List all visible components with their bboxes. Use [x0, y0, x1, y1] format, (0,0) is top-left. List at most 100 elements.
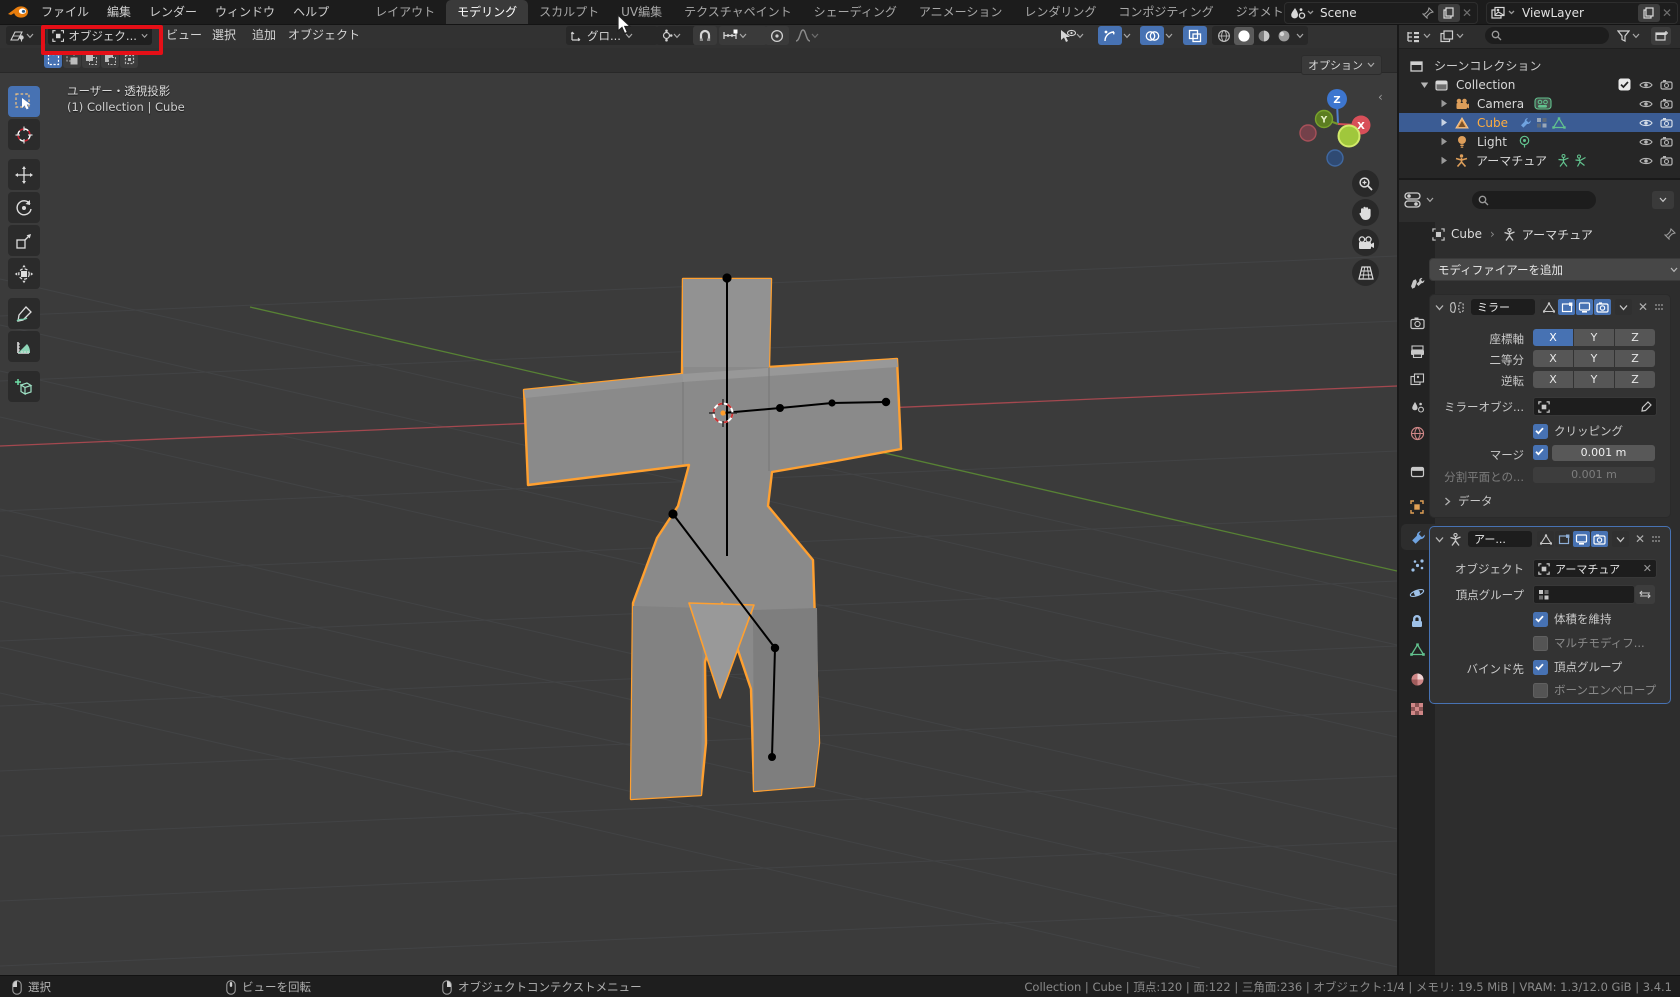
remove-viewlayer-icon[interactable]: ✕ — [1662, 6, 1672, 20]
new-viewlayer-button[interactable] — [1637, 4, 1660, 22]
shading-wireframe-button[interactable] — [1214, 29, 1234, 43]
transform-orientation-dropdown[interactable]: グロ... — [566, 26, 658, 45]
outliner-row-camera[interactable]: Camera — [1399, 94, 1680, 113]
outliner-row-scene-collection[interactable]: シーンコレクション — [1399, 56, 1680, 75]
tab-modeling[interactable]: モデリング — [446, 0, 529, 24]
armature-show-viewport-toggle[interactable] — [1573, 531, 1590, 547]
mirror-extras-dropdown[interactable] — [1615, 299, 1632, 315]
editor-type-button[interactable] — [6, 26, 46, 45]
blender-logo[interactable] — [6, 4, 32, 20]
armature-show-render-toggle[interactable] — [1591, 531, 1608, 547]
pan-button[interactable] — [1352, 199, 1379, 226]
render-visibility-icon[interactable] — [1660, 155, 1673, 166]
mirror-modifier-header[interactable]: ミラー ✕ — [1430, 295, 1670, 319]
menu-view[interactable]: ビュー — [166, 24, 202, 47]
add-cube-tool[interactable] — [8, 371, 40, 402]
hide-eye-icon[interactable] — [1639, 80, 1653, 90]
gizmo-dropdown[interactable] — [1123, 26, 1137, 45]
properties-editor-type-button[interactable] — [1404, 190, 1434, 210]
armature-show-on-cage-toggle[interactable] — [1537, 531, 1554, 547]
hide-eye-icon[interactable] — [1639, 99, 1653, 109]
outliner-row-light[interactable]: Light — [1399, 132, 1680, 151]
menu-edit[interactable]: 編集 — [98, 0, 140, 24]
disclosure-right-icon[interactable] — [1440, 118, 1448, 127]
overlays-dropdown[interactable] — [1165, 26, 1179, 45]
rotate-tool[interactable] — [8, 192, 40, 223]
tab-sculpting[interactable]: スカルプト — [528, 0, 610, 24]
bisect-y-button[interactable]: Y — [1574, 350, 1614, 367]
eyedropper-icon[interactable] — [1640, 400, 1652, 413]
camera-view-button[interactable] — [1352, 229, 1379, 256]
annotate-tool[interactable] — [8, 298, 40, 329]
tab-rendering[interactable]: レンダリング — [1013, 0, 1107, 24]
menu-help[interactable]: ヘルプ — [284, 0, 338, 24]
vertex-group-field[interactable] — [1533, 585, 1635, 604]
outliner-search-input[interactable] — [1485, 27, 1609, 44]
transform-tool[interactable] — [8, 258, 40, 289]
merge-checkbox[interactable] — [1533, 445, 1548, 460]
zoom-button[interactable] — [1352, 170, 1379, 197]
multi-modifier-checkbox[interactable] — [1533, 635, 1548, 651]
breadcrumb-object[interactable]: Cube — [1451, 227, 1482, 241]
options-dropdown[interactable]: オプション — [1301, 55, 1382, 75]
breadcrumb-modifier[interactable]: アーマチュア — [1522, 226, 1593, 243]
invert-vertex-group-button[interactable] — [1635, 585, 1655, 604]
menu-file[interactable]: ファイル — [32, 0, 98, 24]
bind-bone-envelopes-checkbox[interactable] — [1533, 682, 1548, 698]
flip-x-button[interactable]: X — [1533, 371, 1573, 388]
armature-extras-dropdown[interactable] — [1612, 531, 1629, 547]
select-mode-new-button[interactable] — [44, 51, 62, 68]
unlink-scene-icon[interactable]: ✕ — [1462, 6, 1472, 20]
outliner-filter-display-dropdown[interactable] — [1437, 27, 1467, 45]
navigation-gizmo[interactable]: Y Z X — [1291, 77, 1383, 169]
tab-texture-paint[interactable]: テクスチャペイント — [673, 0, 803, 24]
flip-y-button[interactable]: Y — [1574, 371, 1614, 388]
bind-vertex-groups-checkbox[interactable] — [1533, 659, 1548, 675]
render-visibility-icon[interactable] — [1660, 79, 1673, 90]
select-mode-subtract-button[interactable] — [82, 51, 100, 68]
mirror-show-in-editmode-toggle[interactable] — [1558, 299, 1575, 315]
pin-icon[interactable] — [1664, 228, 1676, 240]
hide-eye-icon[interactable] — [1639, 156, 1653, 166]
render-visibility-icon[interactable] — [1660, 136, 1673, 147]
armature-modifier-header[interactable]: アー... ✕ — [1430, 527, 1670, 551]
outliner-row-collection[interactable]: Collection — [1399, 75, 1680, 94]
move-tool[interactable] — [8, 159, 40, 190]
mirror-data-subpanel[interactable]: データ — [1444, 493, 1493, 509]
clear-object-icon[interactable]: ✕ — [1643, 562, 1652, 575]
shading-solid-button[interactable] — [1234, 26, 1254, 45]
select-mode-intersect-button[interactable] — [120, 51, 138, 68]
outliner-row-armature[interactable]: アーマチュア — [1399, 151, 1680, 170]
armature-object-field[interactable]: アーマチュア ✕ — [1533, 559, 1657, 578]
xray-toggle[interactable] — [1183, 26, 1207, 45]
proportional-falloff-dropdown[interactable] — [791, 26, 837, 45]
armature-name-field[interactable]: アー... — [1468, 531, 1532, 547]
axis-x-button[interactable]: X — [1533, 329, 1573, 346]
bisect-x-button[interactable]: X — [1533, 350, 1573, 367]
exclude-checkbox[interactable] — [1618, 78, 1631, 91]
mirror-name-field[interactable]: ミラー — [1471, 299, 1535, 315]
menu-object[interactable]: オブジェクト — [288, 24, 360, 47]
expand-chevron-icon[interactable] — [1435, 304, 1444, 311]
menu-add[interactable]: 追加 — [252, 24, 276, 47]
mirror-show-viewport-toggle[interactable] — [1576, 299, 1593, 315]
select-mode-invert-button[interactable] — [101, 51, 119, 68]
pin-icon[interactable] — [1421, 7, 1434, 19]
axis-z-button[interactable]: Z — [1615, 329, 1655, 346]
expand-chevron-icon[interactable] — [1435, 536, 1444, 543]
snap-toggle[interactable] — [693, 26, 717, 45]
merge-threshold-field[interactable]: 0.001 m — [1552, 445, 1655, 461]
menu-render[interactable]: レンダー — [140, 0, 206, 24]
viewport-canvas[interactable] — [0, 48, 1397, 975]
flip-z-button[interactable]: Z — [1615, 371, 1655, 388]
properties-options-dropdown[interactable] — [1652, 191, 1674, 209]
tab-shading[interactable]: シェーディング — [803, 0, 908, 24]
hide-eye-icon[interactable] — [1639, 137, 1653, 147]
select-box-tool[interactable] — [8, 86, 40, 117]
axis-y-button[interactable]: Y — [1574, 329, 1614, 346]
menu-select[interactable]: 選択 — [212, 24, 236, 47]
shading-material-button[interactable] — [1254, 29, 1274, 43]
disclosure-down-icon[interactable] — [1420, 81, 1429, 89]
armature-show-in-editmode-toggle[interactable] — [1555, 531, 1572, 547]
shading-rendered-button[interactable] — [1274, 29, 1294, 43]
